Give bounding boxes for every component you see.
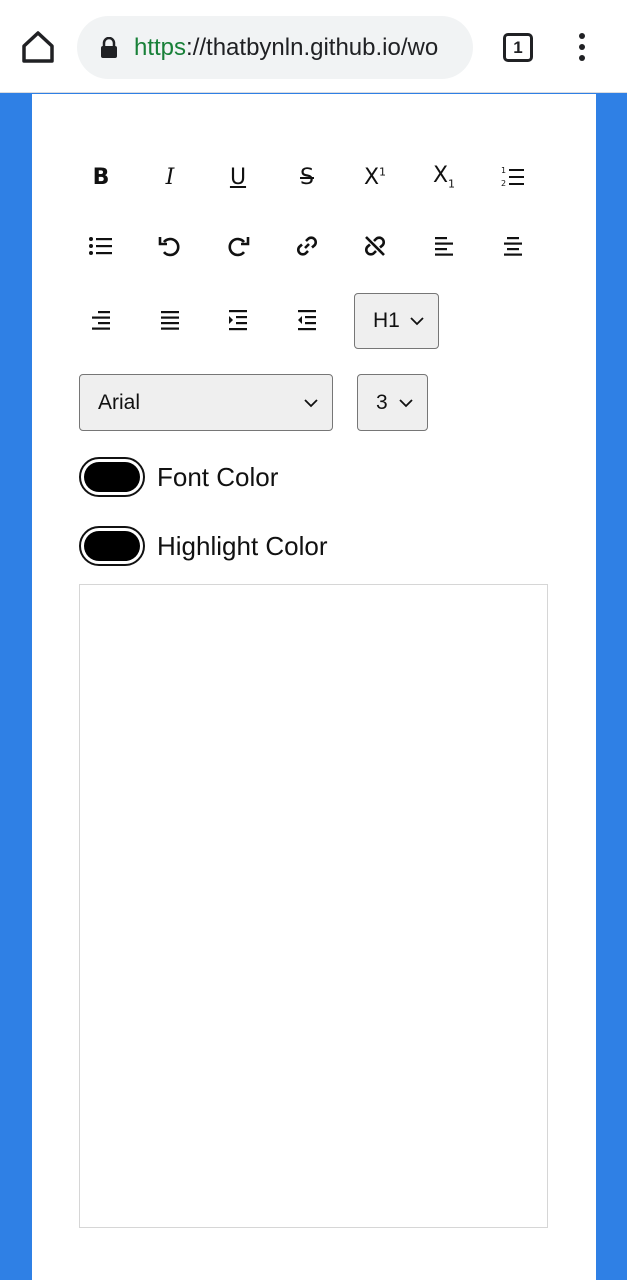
subscript-base: X: [432, 163, 449, 189]
ordered-list-icon: 1 2: [501, 166, 524, 188]
align-center-button[interactable]: [491, 224, 535, 268]
svg-text:1: 1: [501, 166, 506, 175]
outdent-button[interactable]: [285, 298, 329, 342]
align-right-icon: [92, 311, 110, 330]
subscript-icon: X1: [432, 163, 456, 191]
align-right-button[interactable]: [79, 298, 123, 342]
editor-content-area[interactable]: [79, 584, 548, 1228]
font-color-row: Font Color: [79, 457, 278, 497]
redo-icon: [228, 237, 250, 257]
link-icon: [296, 236, 318, 256]
address-bar[interactable]: https://thatbynln.github.io/wo: [77, 16, 473, 79]
font-family-select-value: Arial: [98, 390, 141, 414]
chevron-down-icon: [304, 398, 318, 407]
outdent-icon: [298, 310, 316, 331]
unlink-button[interactable]: [353, 224, 397, 268]
font-size-select-value: 3: [376, 390, 388, 414]
italic-icon: I: [165, 164, 175, 190]
align-left-button[interactable]: [422, 224, 466, 268]
align-center-icon: [504, 237, 522, 256]
unordered-list-icon: [89, 237, 112, 255]
font-size-select[interactable]: 3: [357, 374, 428, 431]
lock-icon: [99, 36, 119, 59]
more-menu-icon[interactable]: [570, 30, 594, 64]
undo-button[interactable]: [148, 224, 192, 268]
unlink-icon: [364, 236, 386, 256]
subscript-button[interactable]: X1: [422, 155, 466, 199]
url-scheme: https: [134, 34, 187, 61]
strikethrough-icon: S: [300, 164, 314, 190]
font-color-swatch: [84, 462, 140, 492]
font-family-select[interactable]: Arial: [79, 374, 333, 431]
strikethrough-button[interactable]: S: [285, 155, 329, 199]
superscript-base: X: [363, 164, 380, 190]
font-color-picker[interactable]: [79, 457, 145, 497]
tab-switcher-button[interactable]: 1: [503, 33, 533, 62]
heading-select[interactable]: H1: [354, 293, 439, 349]
chevron-down-icon: [410, 317, 424, 326]
redo-button[interactable]: [216, 224, 260, 268]
url-text: https://thatbynln.github.io/wo: [134, 34, 438, 62]
highlight-color-label: Highlight Color: [157, 530, 328, 561]
font-color-label: Font Color: [157, 461, 279, 492]
highlight-color-picker[interactable]: [79, 526, 145, 566]
align-justify-icon: [161, 311, 179, 330]
highlight-color-row: Highlight Color: [79, 526, 328, 566]
chevron-down-icon: [399, 398, 413, 407]
editor-panel: B I U S X1 X1 1 2 H1 Arial 3 Font Color …: [32, 94, 596, 1280]
ordered-list-button[interactable]: 1 2: [491, 155, 535, 199]
bold-icon: B: [92, 164, 110, 190]
superscript-icon: X1: [363, 164, 387, 190]
superscript-button[interactable]: X1: [353, 155, 397, 199]
underline-button[interactable]: U: [216, 155, 260, 199]
url-host: ://thatbynln.github.io/wo: [186, 34, 439, 61]
indent-icon: [229, 310, 247, 331]
indent-button[interactable]: [216, 298, 260, 342]
svg-text:2: 2: [501, 179, 506, 188]
browser-toolbar: https://thatbynln.github.io/wo 1: [0, 0, 627, 93]
bold-button[interactable]: B: [79, 155, 123, 199]
home-icon[interactable]: [18, 27, 58, 67]
highlight-color-swatch: [84, 531, 140, 561]
underline-icon: U: [229, 164, 247, 190]
align-left-icon: [435, 237, 453, 256]
unordered-list-button[interactable]: [79, 224, 123, 268]
link-button[interactable]: [285, 224, 329, 268]
italic-button[interactable]: I: [148, 155, 192, 199]
heading-select-value: H1: [373, 309, 400, 332]
align-justify-button[interactable]: [148, 298, 192, 342]
undo-icon: [158, 237, 180, 257]
